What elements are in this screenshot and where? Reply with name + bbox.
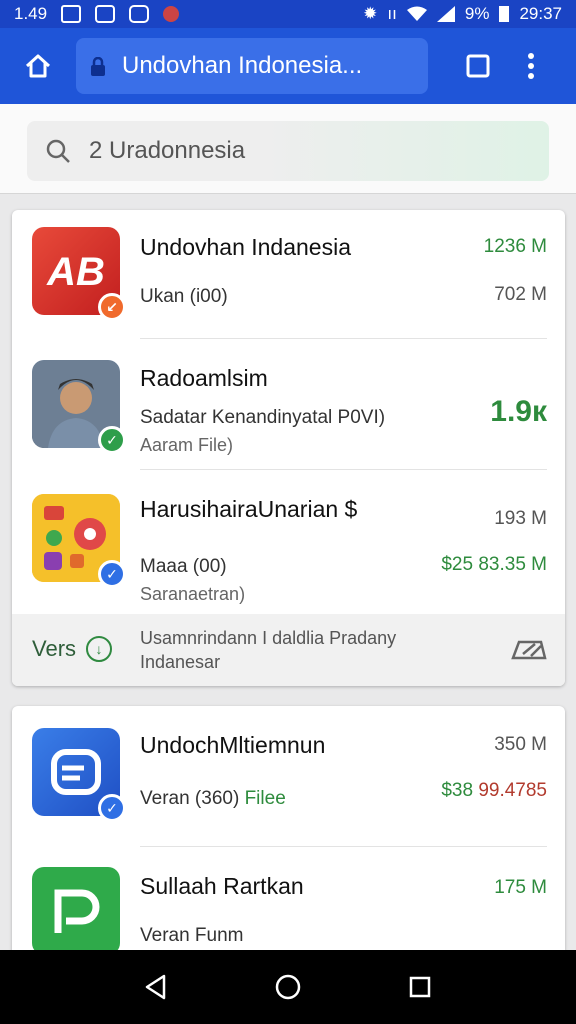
card-footer[interactable]: Vers ↓ Usamnrindann I daldlia Pradany In… — [12, 614, 565, 686]
home-button[interactable] — [0, 28, 76, 104]
lock-icon — [90, 56, 106, 76]
app-logo-ab-icon: AB ↙ — [32, 227, 126, 321]
status-time-left: 1.49 — [14, 4, 48, 23]
footer-text-line2: Indanesar — [140, 652, 221, 672]
footer-text-line1: Usamnrindann I daldlia Pradany — [140, 628, 397, 648]
item-title: UndochMltiemnun — [140, 732, 326, 758]
url-bar[interactable]: Undovhan Indonesia... — [76, 38, 428, 94]
recents-button[interactable] — [390, 957, 450, 1017]
settings-icon: ✹ — [363, 4, 378, 23]
item-title: Undovhan Indanesia — [140, 234, 351, 260]
url-text: Undovhan Indonesia... — [122, 52, 363, 79]
status-bar: 1.49 ✹ ıı 9% 29:37 — [0, 0, 576, 28]
tabs-button[interactable] — [456, 44, 500, 88]
item-subtitle: Maaa (00) — [140, 556, 227, 577]
verified-badge-icon: ✓ — [98, 794, 126, 822]
recents-square-icon — [409, 976, 431, 998]
item-subtitle-main: Veran (360) — [140, 788, 240, 809]
status-time-right: 29:37 — [519, 4, 562, 23]
vibrate-icon: ıı — [387, 4, 397, 23]
item-value-bottom-red: 99.4785 — [478, 780, 547, 801]
item-value-top: 175 M — [494, 877, 547, 898]
item-title: Sullaah Rartkan — [140, 873, 304, 899]
footer-text: Usamnrindann I daldlia Pradany Indanesar — [140, 626, 396, 674]
item-value-bottom: $25 83.35 M — [441, 554, 547, 575]
share-icon — [511, 640, 547, 660]
signal-icon — [436, 6, 455, 22]
download-badge-icon: ↙ — [98, 293, 126, 321]
download-circle-icon: ↓ — [86, 636, 113, 662]
item-value-bottom: 702 M — [494, 284, 547, 305]
verified-badge-icon: ✓ — [98, 426, 126, 454]
version-label: Vers ↓ — [32, 636, 113, 662]
item-value: 1.9к — [490, 395, 547, 428]
overflow-menu-button[interactable] — [516, 44, 546, 88]
back-triangle-icon — [145, 974, 166, 1000]
item-subtitle-accent: Filee — [244, 788, 286, 809]
app-logo-d-icon: ✓ — [32, 728, 126, 822]
item-value-top: 350 M — [494, 734, 547, 755]
item-subtitle: Sadatar Kenandinyatal P0VI) — [140, 407, 386, 428]
app-logo-games-icon: ✓ — [32, 494, 126, 588]
gallery-notification-icon — [61, 5, 82, 23]
item-title: HarusihairaUnarian $ — [140, 496, 358, 522]
item-value-top: 193 M — [494, 508, 547, 529]
cloud-notification-icon — [129, 5, 150, 23]
battery-percent: 9% — [464, 4, 490, 23]
home-icon — [25, 54, 51, 78]
battery-icon — [499, 6, 510, 22]
search-query: 2 Uradonnesia — [89, 137, 246, 164]
home-circle-icon — [275, 974, 301, 1000]
item-title: Radoamlsim — [140, 365, 268, 391]
system-nav-bar — [0, 950, 576, 1024]
profile-photo-avatar: ✓ — [32, 360, 126, 454]
list-item[interactable]: ✓ HarusihairaUnarian $ Maaa (00) Saranae… — [12, 470, 565, 614]
record-icon — [163, 6, 180, 22]
list-item[interactable]: AB ↙ Undovhan Indanesia Ukan (i00) 1236 … — [12, 210, 565, 338]
svg-text:AB: AB — [46, 250, 105, 294]
search-icon — [46, 139, 70, 163]
results-card: AB ↙ Undovhan Indanesia Ukan (i00) 1236 … — [12, 210, 565, 686]
verified-badge-icon: ✓ — [98, 560, 126, 588]
list-item[interactable]: Sullaah Rartkan Veran Funm 175 M — [12, 847, 565, 956]
item-subtitle: Veran Funm — [140, 925, 244, 946]
more-vert-icon — [528, 53, 534, 79]
browser-toolbar: Undovhan Indonesia... — [0, 28, 576, 104]
item-value-bottom: $38 99.4785 — [441, 780, 547, 802]
item-subtitle-secondary: Aaram File) — [140, 435, 234, 455]
item-subtitle: Ukan (i00) — [140, 286, 228, 307]
item-subtitle-secondary: Saranaetran) — [140, 584, 246, 604]
back-button[interactable] — [126, 957, 186, 1017]
version-text: Vers — [32, 636, 77, 661]
list-item[interactable]: ✓ UndochMltiemnun Veran (360) Filee 350 … — [12, 706, 565, 846]
home-nav-button[interactable] — [258, 957, 318, 1017]
list-item[interactable]: ✓ Radoamlsim Sadatar Kenandinyatal P0VI)… — [12, 339, 565, 469]
app-logo-p-icon — [32, 867, 120, 955]
search-input[interactable]: 2 Uradonnesia — [27, 121, 549, 181]
search-area: 2 Uradonnesia — [0, 104, 576, 194]
wifi-icon — [406, 6, 427, 21]
results-card-secondary: ✓ UndochMltiemnun Veran (360) Filee 350 … — [12, 706, 565, 956]
tabs-icon — [466, 54, 490, 78]
app-notification-icon — [95, 5, 116, 23]
item-value-bottom-green: $38 — [441, 780, 474, 801]
share-button[interactable] — [511, 636, 547, 667]
item-value-top: 1236 M — [483, 236, 547, 257]
item-subtitle: Veran (360) Filee — [140, 788, 286, 810]
